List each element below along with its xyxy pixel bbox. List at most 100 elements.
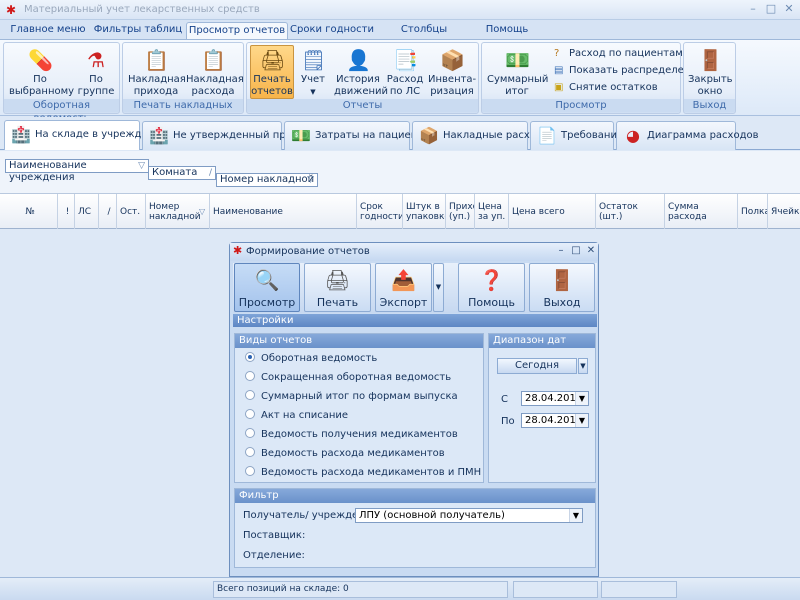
- by-selected-button[interactable]: 💊 По выбранному: [8, 45, 74, 99]
- remains-icon: ▣: [554, 82, 564, 93]
- col-invoice-number[interactable]: Номер накладной ▽: [146, 194, 210, 229]
- grid-header: № ! ЛС / Ост. Номер накладной ▽ Наименова…: [0, 193, 800, 229]
- history-button[interactable]: 👤 История движений: [333, 45, 388, 99]
- tab-expiry-dates[interactable]: Сроки годности: [290, 22, 374, 40]
- col-expiry[interactable]: Срок годности: [357, 194, 403, 229]
- tab-help[interactable]: Помощь: [474, 22, 540, 40]
- expense-by-patients-button[interactable]: ? Расход по пациентам: [554, 46, 683, 62]
- department-label: Отделение:: [243, 550, 305, 561]
- maximize-button[interactable]: □: [764, 2, 778, 16]
- col-price-per-pack[interactable]: Цена за уп.: [475, 194, 509, 229]
- help-icon: ❓: [479, 268, 504, 292]
- status-bar: Всего позиций на складе: 0: [0, 577, 800, 600]
- today-button[interactable]: Сегодня: [497, 358, 577, 374]
- report-type-summary[interactable]: Суммарный итог по формам выпуска: [245, 390, 458, 404]
- group-turnover: 💊 По выбранному ⚗ По группе Оборотная ве…: [3, 42, 120, 124]
- col-pcs-per-pack[interactable]: Штук в упаковке: [403, 194, 446, 229]
- expense-by-drug-button[interactable]: 📑 Расход по ЛС: [385, 45, 425, 99]
- settings-section-title: Настройки: [233, 314, 597, 327]
- help-button[interactable]: ❓ Помощь: [458, 263, 525, 312]
- exit-door-icon: 🚪: [549, 268, 575, 292]
- invoice-out-button[interactable]: 📋 Накладная расхода: [185, 45, 244, 99]
- group-chip-room[interactable]: Комната /: [148, 166, 216, 180]
- close-button[interactable]: ✕: [782, 2, 796, 16]
- report-type-short-turnover[interactable]: Сокращенная оборотная ведомость: [245, 371, 451, 385]
- col-name[interactable]: Наименование: [210, 194, 357, 229]
- filter-panel: Фильтр Получатель/ учреждение: ЛПУ (осно…: [234, 488, 596, 568]
- col-remain-short[interactable]: Ост.: [117, 194, 146, 229]
- tab-in-stock[interactable]: 🏥 На складе в учреждении: [4, 120, 167, 150]
- chevron-down-icon: ▼: [575, 414, 588, 427]
- group-chip-institution[interactable]: Наименование учреждения ▽: [5, 159, 149, 183]
- col-receipt[interactable]: Приход (уп.): [446, 194, 475, 229]
- tab-table-filters[interactable]: Фильтры таблиц: [92, 22, 184, 40]
- date-from-picker[interactable]: 28.04.2010 ▼: [521, 391, 589, 406]
- chevron-down-icon: ▼: [310, 88, 316, 96]
- report-type-write-off[interactable]: Акт на списание: [245, 409, 348, 423]
- invoice-in-icon: 📋: [144, 48, 169, 72]
- col-price-total[interactable]: Цена всего: [509, 194, 596, 229]
- col-ls[interactable]: ЛС: [75, 194, 99, 229]
- date-from-label: С: [501, 394, 508, 405]
- pills-icon: ⚗: [87, 48, 105, 72]
- col-shelf[interactable]: Полка: [738, 194, 768, 229]
- report-type-expense[interactable]: Ведомость расхода медикаментов: [245, 447, 445, 461]
- inventory-button[interactable]: 📦 Инвента-ризация: [427, 45, 477, 99]
- dialog-title: Формирование отчетов: [246, 246, 370, 257]
- report-type-turnover[interactable]: Оборотная ведомость: [245, 352, 377, 366]
- report-type-receipt[interactable]: Ведомость получения медикаментов: [245, 428, 458, 442]
- tab-expense-chart[interactable]: ◕ Диаграмма расходов: [616, 121, 759, 150]
- exit-button[interactable]: 🚪 Выход: [529, 263, 595, 312]
- invoice-in-button[interactable]: 📋 Накладная прихода: [127, 45, 186, 99]
- app-logo-icon: ✱: [6, 3, 17, 17]
- dialog-maximize-button[interactable]: □: [570, 244, 582, 258]
- pill-icon: 💊: [28, 48, 53, 72]
- remains-button[interactable]: ▣ Снятие остатков: [554, 80, 658, 96]
- report-types-panel: Виды отчетов Оборотная ведомость Сокраще…: [234, 333, 484, 483]
- export-button[interactable]: 📤 Экспорт: [375, 263, 432, 312]
- accounting-icon: 🗒: [301, 48, 327, 72]
- col-slash[interactable]: /: [99, 194, 117, 229]
- export-dropdown-button[interactable]: ▼: [433, 263, 444, 312]
- col-number[interactable]: №: [0, 194, 58, 229]
- col-expense-sum[interactable]: Сумма расхода: [665, 194, 738, 229]
- date-to-picker[interactable]: 28.04.2010 ▼: [521, 413, 589, 428]
- ribbon: 💊 По выбранному ⚗ По группе Оборотная ве…: [0, 39, 800, 124]
- chevron-down-icon: ▼: [575, 392, 588, 405]
- print-button[interactable]: 🖨 Печать: [304, 263, 371, 312]
- col-cell[interactable]: Ячейка: [768, 194, 800, 229]
- stock-icon: 🏥: [11, 125, 31, 144]
- magnifier-icon: 🔍: [254, 268, 280, 292]
- title-bar: ✱ Материальный учет лекарственных средст…: [0, 0, 800, 20]
- tab-view-reports[interactable]: Просмотр отчетов: [186, 22, 288, 40]
- col-flag[interactable]: !: [58, 194, 75, 229]
- radio-icon: [245, 390, 255, 400]
- status-total: Всего позиций на складе: 0: [213, 581, 508, 598]
- report-type-expense-pmn[interactable]: Ведомость расхода медикаментов и ПМН: [245, 466, 481, 480]
- tab-patient-costs[interactable]: 💵 Затраты на пациентов: [284, 121, 435, 150]
- tab-requirements[interactable]: 📄 Требования: [530, 121, 623, 150]
- group-chip-invoice[interactable]: Номер накладной ▽: [216, 173, 318, 187]
- chevron-down-icon: ▼: [580, 362, 586, 370]
- print-reports-button[interactable]: 🖨 Печать отчетов: [250, 45, 294, 99]
- recipient-select[interactable]: ЛПУ (основной получатель) ▼: [355, 508, 583, 523]
- invoice-out-icon: 📋: [201, 48, 226, 72]
- dialog-close-button[interactable]: ✕: [585, 244, 597, 258]
- dialog-toolbar: 🔍 Просмотр 🖨 Печать 📤 Экспорт ▼ ❓ Помощь…: [233, 263, 597, 313]
- preview-button[interactable]: 🔍 Просмотр: [234, 263, 300, 312]
- tab-expense-invoices[interactable]: 📦 Накладные расхода: [412, 121, 549, 150]
- radio-icon: [245, 428, 255, 438]
- dialog-title-bar: ✱ Формирование отчетов – □ ✕: [230, 243, 598, 261]
- tab-unapproved-receipt[interactable]: 🏥 Не утвержденный приход: [142, 121, 311, 150]
- minimize-button[interactable]: –: [746, 2, 760, 16]
- col-remain-pcs[interactable]: Остаток (шт.): [596, 194, 665, 229]
- tab-main-menu[interactable]: Главное меню: [6, 22, 90, 40]
- by-group-button[interactable]: ⚗ По группе: [76, 45, 116, 99]
- tab-table-columns[interactable]: Столбцы таблицы: [378, 22, 470, 51]
- summary-button[interactable]: 💵 Суммарный итог: [486, 45, 548, 99]
- show-distribution-button[interactable]: ▤ Показать распределение: [554, 63, 703, 79]
- today-dropdown-button[interactable]: ▼: [578, 358, 588, 374]
- accounting-button[interactable]: 🗒 Учет ▼: [297, 45, 329, 99]
- dialog-minimize-button[interactable]: –: [555, 244, 567, 258]
- close-window-button[interactable]: 🚪 Закрыть окно: [687, 45, 733, 99]
